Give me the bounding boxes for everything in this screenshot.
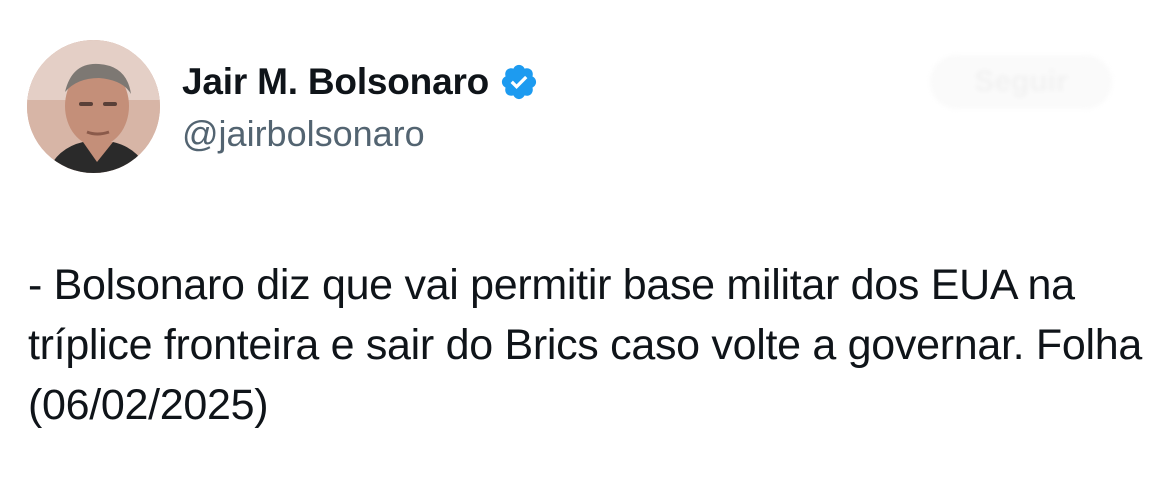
author-display-name[interactable]: Jair M. Bolsonaro xyxy=(182,61,489,103)
tweet-card: Jair M. Bolsonaro @jairbolsonaro Seguir … xyxy=(0,0,1169,499)
follow-button[interactable]: Seguir xyxy=(930,55,1112,109)
author-name-row: Jair M. Bolsonaro xyxy=(182,57,539,107)
avatar[interactable] xyxy=(27,40,160,173)
verified-badge-icon xyxy=(499,62,539,102)
author-handle[interactable]: @jairbolsonaro xyxy=(182,113,425,155)
tweet-text: - Bolsonaro diz que vai permitir base mi… xyxy=(28,261,1142,429)
